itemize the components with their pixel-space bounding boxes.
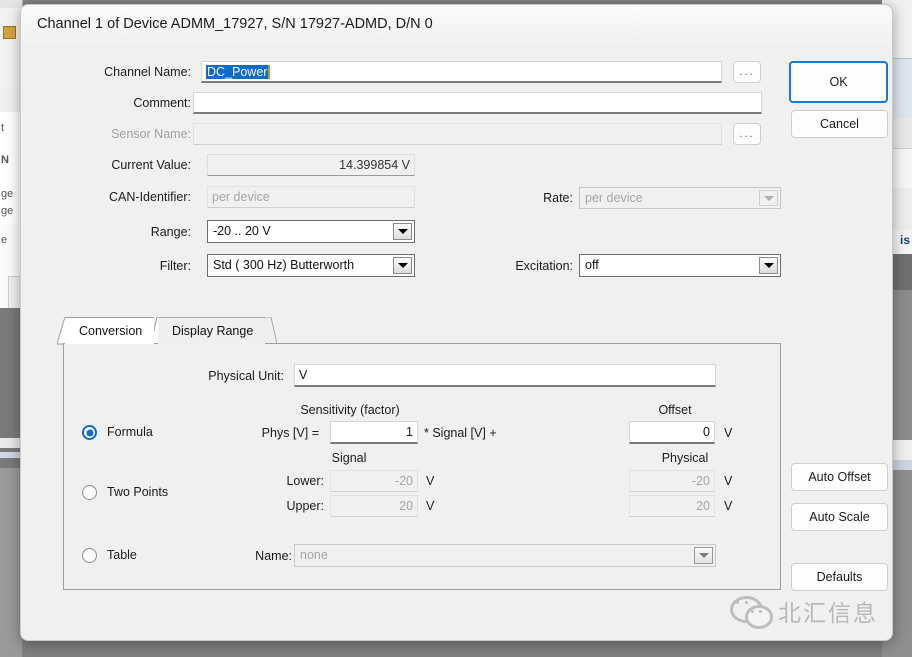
channel-name-input[interactable]: DC_Power — [201, 61, 722, 83]
tab-display-range[interactable]: Display Range — [158, 317, 266, 344]
background-app-icon — [3, 26, 16, 39]
sensor-name-browse-button[interactable]: ... — [733, 123, 761, 145]
rate-dropdown[interactable]: per device — [579, 187, 781, 209]
physical-upper-input: 20 — [629, 495, 715, 517]
physical-unit-input[interactable]: V — [294, 364, 716, 387]
background-fragment-e: e — [1, 234, 8, 246]
comment-input[interactable] — [193, 92, 762, 114]
rate-label: Rate: — [543, 191, 573, 205]
signal-header: Signal — [331, 451, 367, 465]
chevron-down-icon — [759, 257, 778, 274]
radio-table-label: Table — [107, 548, 137, 562]
physical-lower-unit: V — [724, 474, 733, 488]
range-value: -20 .. 20 V — [213, 224, 271, 238]
chevron-down-icon — [393, 257, 412, 274]
offset-input[interactable]: 0 — [629, 421, 715, 444]
filter-label: Filter: — [159, 259, 191, 273]
sensor-name-input — [193, 123, 722, 145]
background-fragment-is: is — [899, 233, 910, 247]
excitation-label: Excitation: — [515, 259, 573, 273]
chevron-down-icon — [393, 223, 412, 240]
background-fragment-ge1: ge — [1, 188, 14, 200]
background-fragment-n: N — [1, 154, 9, 166]
range-dropdown[interactable]: -20 .. 20 V — [207, 220, 415, 243]
table-name-dropdown[interactable]: none — [294, 544, 716, 567]
rate-value: per device — [585, 191, 643, 205]
conversion-panel: Physical Unit: V Sensitivity (factor) Of… — [63, 344, 781, 590]
current-value-label: Current Value: — [111, 158, 191, 172]
current-value-display: 14.399854 V — [207, 154, 415, 176]
excitation-dropdown[interactable]: off — [579, 254, 781, 277]
table-name-value: none — [300, 548, 328, 562]
signal-lower-unit: V — [426, 474, 435, 488]
radio-two-points[interactable] — [82, 485, 97, 500]
filter-value: Std ( 300 Hz) Butterworth — [213, 258, 355, 272]
channel-name-value: DC_Power — [206, 65, 271, 79]
physical-upper-unit: V — [724, 499, 733, 513]
auto-scale-button[interactable]: Auto Scale — [791, 503, 888, 531]
signal-upper-unit: V — [426, 499, 435, 513]
radio-formula[interactable] — [82, 425, 97, 440]
lower-label: Lower: — [286, 474, 324, 488]
physical-header: Physical — [661, 451, 709, 465]
channel-settings-dialog: Channel 1 of Device ADMM_17927, S/N 1792… — [20, 4, 893, 641]
physical-lower-input: -20 — [629, 470, 715, 492]
sensor-name-label: Sensor Name: — [111, 127, 191, 141]
channel-name-label: Channel Name: — [104, 65, 191, 79]
can-identifier-input: per device — [207, 186, 415, 208]
background-fragment-t: t — [1, 122, 5, 134]
signal-upper-input: 20 — [330, 495, 418, 517]
range-label: Range: — [150, 225, 191, 239]
comment-label: Comment: — [133, 96, 191, 110]
offset-header: Offset — [658, 403, 692, 417]
dialog-title: Channel 1 of Device ADMM_17927, S/N 1792… — [37, 16, 433, 32]
background-titlebar-fragment — [0, 0, 22, 8]
can-identifier-label: CAN-Identifier: — [109, 190, 191, 204]
background-bar-2 — [0, 452, 22, 458]
defaults-button[interactable]: Defaults — [791, 563, 888, 591]
filter-dropdown[interactable]: Std ( 300 Hz) Butterworth — [207, 254, 415, 277]
channel-name-browse-button[interactable]: ... — [733, 61, 761, 83]
background-fragment-ge2: ge — [1, 205, 14, 217]
tab-conversion-label: Conversion — [79, 324, 143, 338]
phys-formula-label: Phys [V] = — [261, 426, 319, 440]
chevron-down-icon — [759, 190, 778, 206]
dialog-title-bar: Channel 1 of Device ADMM_17927, S/N 1792… — [21, 5, 892, 45]
radio-table[interactable] — [82, 548, 97, 563]
radio-formula-label: Formula — [107, 425, 153, 439]
physical-unit-label: Physical Unit: — [208, 369, 284, 383]
cancel-button[interactable]: Cancel — [791, 110, 888, 138]
ok-button[interactable]: OK — [789, 61, 888, 103]
offset-unit: V — [724, 426, 733, 440]
upper-label: Upper: — [286, 499, 324, 513]
excitation-value: off — [585, 258, 599, 272]
background-bar-1 — [0, 438, 22, 448]
tab-display-range-label: Display Range — [172, 324, 254, 338]
chevron-down-icon — [694, 547, 713, 564]
background-bottom-gray — [0, 468, 22, 657]
sensitivity-input[interactable]: 1 — [330, 421, 418, 444]
watermark-text: 北汇信息 — [778, 601, 878, 627]
multiply-signal-label: * Signal [V] + — [424, 426, 497, 440]
sensitivity-header: Sensitivity (factor) — [300, 403, 400, 417]
table-name-label: Name: — [255, 549, 292, 563]
wechat-icon — [730, 596, 773, 629]
auto-offset-button[interactable]: Auto Offset — [791, 463, 888, 491]
radio-two-points-label: Two Points — [107, 485, 169, 499]
watermark: 北汇信息 — [730, 594, 878, 629]
signal-lower-input: -20 — [330, 470, 418, 492]
tab-conversion[interactable]: Conversion — [65, 317, 155, 344]
